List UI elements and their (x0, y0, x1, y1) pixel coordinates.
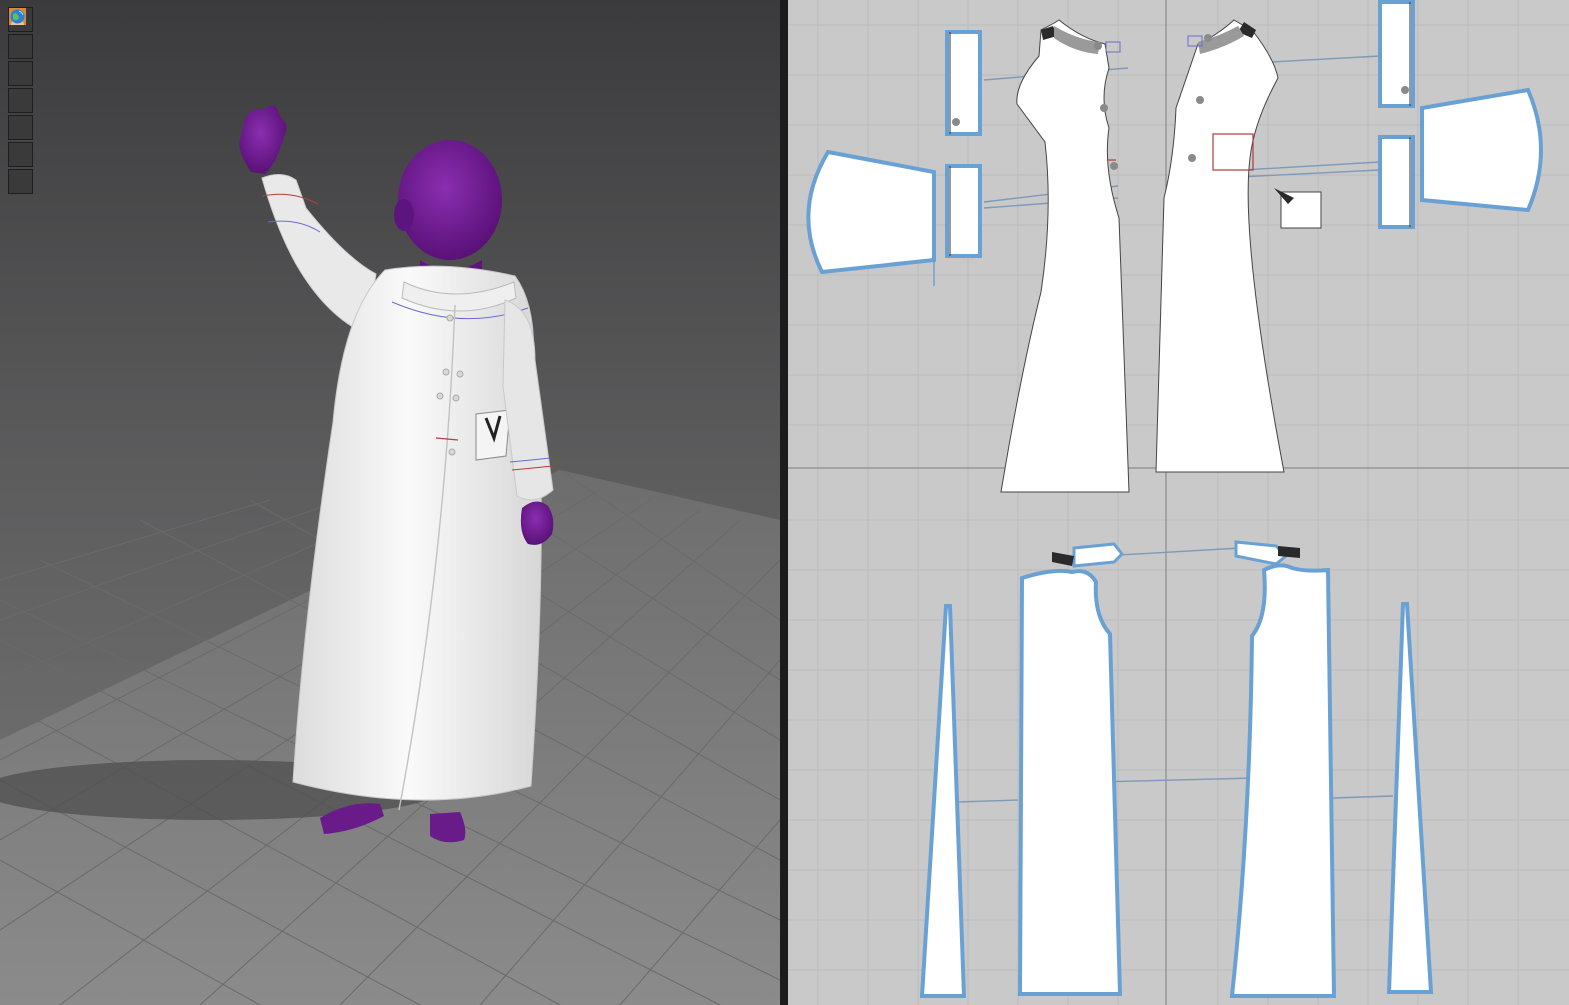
pattern-piece-collar-1[interactable] (1072, 542, 1125, 568)
pattern-piece-sleeve-left[interactable] (806, 149, 936, 275)
3d-scene[interactable] (0, 0, 780, 1005)
2d-pattern-viewport[interactable] (788, 0, 1569, 1005)
pattern-piece-cuff-2[interactable] (945, 164, 982, 258)
pattern-piece-cuff-4[interactable] (1378, 135, 1415, 229)
pattern-canvas[interactable] (788, 0, 1569, 1005)
viewport-splitter[interactable] (780, 0, 788, 1005)
avatar-raised-hand (239, 105, 287, 174)
pattern-piece-sleeve-right[interactable] (1420, 87, 1543, 213)
pattern-piece-gusset-left[interactable] (919, 604, 967, 998)
pattern-piece-lower-front[interactable] (1017, 568, 1123, 996)
pattern-piece-gusset-right[interactable] (1386, 602, 1434, 994)
avatar-head (398, 140, 502, 260)
pattern-piece-back-body[interactable] (1155, 19, 1285, 473)
avatar-skin-icon[interactable] (8, 8, 33, 167)
avatar-right-foot (430, 812, 466, 843)
edit-pattern-icon[interactable] (8, 11, 33, 140)
avatar-silhouette-icon[interactable] (8, 8, 33, 86)
pattern-piece-cuff-1[interactable] (945, 30, 982, 136)
3d-viewport[interactable] (0, 0, 780, 1005)
globe-icon[interactable] (8, 9, 33, 194)
viewport-toolbar (8, 7, 35, 194)
particle-simulation-icon[interactable] (8, 10, 33, 59)
pattern-piece-front-body[interactable] (1000, 19, 1130, 493)
fabric-pattern-icon[interactable] (8, 10, 33, 113)
pattern-piece-lower-back[interactable] (1229, 563, 1337, 998)
app-window (0, 0, 1569, 1005)
